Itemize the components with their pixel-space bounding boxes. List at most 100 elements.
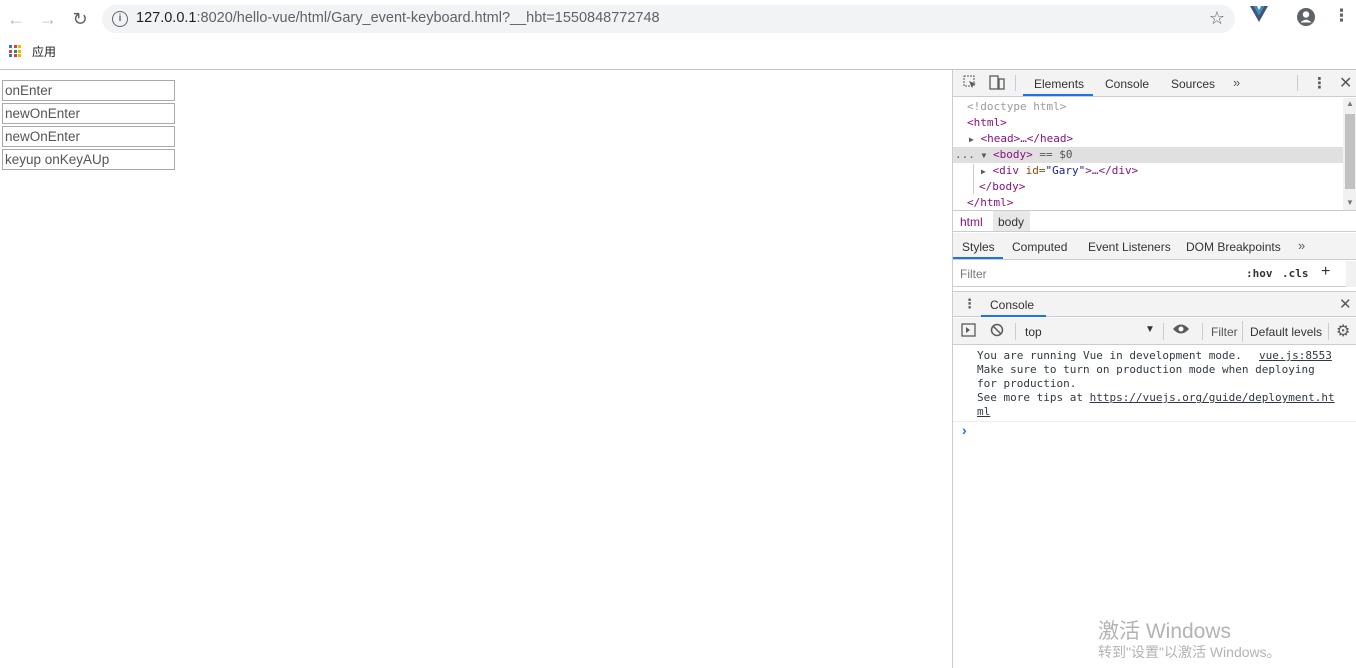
cls-toggle[interactable]: .cls [1282, 267, 1309, 280]
toolbar-divider [1015, 75, 1016, 91]
tab-event-listeners[interactable]: Event Listeners [1088, 240, 1171, 254]
text-input-onenter[interactable]: onEnter [2, 80, 175, 101]
console-message-line-1: You are running Vue in development mode. [977, 349, 1242, 362]
console-filter-input[interactable]: Filter [1211, 325, 1238, 339]
apps-grid-icon [9, 45, 21, 57]
dom-scrollbar-thumb[interactable] [1345, 114, 1355, 189]
bookmark-apps[interactable]: 应用 [9, 43, 56, 59]
toolbar-divider [1202, 323, 1203, 340]
dom-div-attr: id= [1018, 164, 1046, 177]
toolbar-divider [1163, 323, 1164, 340]
bookmark-star-icon[interactable]: ☆ [1209, 8, 1225, 29]
tab-elements-underline [1023, 94, 1093, 96]
styles-filter-input[interactable]: Filter [960, 267, 987, 281]
dom-div-rest: >…</div> [1085, 164, 1139, 177]
dom-body-row[interactable]: ... ▼ <body> == $0 [955, 148, 1072, 161]
more-style-tabs-chevron-icon[interactable]: » [1298, 238, 1305, 253]
tab-computed[interactable]: Computed [1012, 240, 1067, 254]
text-input-keyup[interactable]: keyup onKeyAUp [2, 149, 175, 170]
log-levels-dropdown[interactable]: Default levels [1250, 325, 1325, 339]
info-icon[interactable]: i [112, 11, 128, 27]
address-bar[interactable]: i 127.0.0.1:8020/hello-vue/html/Gary_eve… [102, 5, 1235, 33]
apps-label: 应用 [32, 44, 57, 59]
tab-styles-underline [953, 257, 1003, 259]
console-message-line-3: for production. [977, 377, 1077, 390]
new-style-rule-plus-icon[interactable]: + [1321, 263, 1330, 281]
devtools-panel: Elements Console Sources » ⋮ ✕ <!doctype… [952, 70, 1356, 668]
tab-console[interactable]: Console [1105, 77, 1149, 91]
clear-console-icon[interactable] [990, 323, 1004, 340]
devtools-menu-icon[interactable]: ⋮ [1312, 74, 1327, 92]
inspect-element-icon[interactable] [963, 75, 977, 92]
dom-div-tag: <div [992, 164, 1019, 177]
toolbar-divider [1328, 323, 1329, 340]
console-settings-gear-icon[interactable]: ⚙ [1336, 321, 1350, 341]
console-message-prefix: See more tips at [977, 391, 1090, 404]
dom-div-row[interactable]: ▶ <div id="Gary">…</div> [981, 164, 1138, 177]
context-selector[interactable]: top [1025, 325, 1042, 339]
expand-triangle-icon[interactable]: ▶ [981, 167, 986, 176]
dom-body-close[interactable]: </body> [979, 180, 1025, 193]
styles-filter-bar: Filter :hov .cls + [953, 261, 1356, 287]
device-toolbar-icon[interactable] [989, 75, 1005, 93]
console-docs-link-cont[interactable]: ml [977, 405, 990, 418]
close-devtools-icon[interactable]: ✕ [1339, 73, 1352, 93]
scroll-down-arrow-icon[interactable]: ▼ [1346, 198, 1354, 207]
breadcrumb-html[interactable]: html [960, 215, 983, 229]
show-sidebar-icon[interactable] [961, 323, 976, 340]
dom-guide-line [973, 164, 974, 194]
url-text[interactable]: 127.0.0.1:8020/hello-vue/html/Gary_event… [136, 10, 660, 26]
back-arrow-icon[interactable]: ← [5, 8, 27, 30]
dom-html-close[interactable]: </html> [967, 196, 1013, 209]
url-host: 127.0.0.1 [136, 10, 197, 26]
scroll-up-arrow-icon[interactable]: ▲ [1346, 99, 1354, 108]
console-message: You are running Vue in development mode.… [953, 346, 1356, 422]
menu-kebab-icon[interactable]: ⋮ [1333, 6, 1350, 26]
profile-icon[interactable] [1296, 7, 1316, 32]
console-message-line-4: See more tips at https://vuejs.org/guide… [977, 391, 1335, 404]
dom-div-attr-value: "Gary" [1045, 164, 1086, 177]
tab-dom-breakpoints[interactable]: DOM Breakpoints [1186, 240, 1281, 254]
drawer-menu-icon[interactable]: ⋮ [963, 296, 976, 312]
collapse-triangle-icon[interactable]: ▼ [982, 151, 987, 160]
console-prompt-icon[interactable]: › [962, 422, 967, 438]
console-docs-link[interactable]: https://vuejs.org/guide/deployment.ht [1090, 391, 1335, 404]
dom-selected-marker: == $0 [1039, 148, 1073, 161]
text-input-newonenter-2[interactable]: newOnEnter [2, 126, 175, 147]
hov-toggle[interactable]: :hov [1246, 267, 1273, 280]
console-toolbar: top ▼ Filter Default levels ⚙ [953, 318, 1356, 345]
page-content: onEnter newOnEnter newOnEnter keyup onKe… [0, 70, 952, 668]
expand-triangle-icon[interactable]: ▶ [969, 135, 974, 144]
tab-elements[interactable]: Elements [1034, 77, 1084, 91]
toolbar-divider [1297, 75, 1298, 91]
console-message-line-2: Make sure to turn on production mode whe… [977, 363, 1315, 376]
drawer-toolbar: ⋮ Console ✕ [953, 291, 1356, 317]
vue-devtools-icon[interactable] [1250, 6, 1268, 27]
context-dropdown-arrow-icon[interactable]: ▼ [1145, 324, 1155, 335]
dom-body-open: <body> [992, 148, 1033, 161]
tab-sources[interactable]: Sources [1171, 77, 1215, 91]
tab-styles[interactable]: Styles [962, 240, 995, 254]
dom-ellipsis: ... [955, 148, 975, 161]
dom-html-open[interactable]: <html> [967, 116, 1007, 129]
text-input-newonenter-1[interactable]: newOnEnter [2, 103, 175, 124]
watermark-subtitle: 转到"设置"以激活 Windows。 [1098, 644, 1281, 660]
forward-arrow-icon[interactable]: → [37, 8, 59, 30]
breadcrumb: html body [953, 210, 1356, 232]
drawer-tab-console[interactable]: Console [990, 298, 1034, 312]
live-expression-eye-icon[interactable] [1172, 322, 1190, 339]
dom-head-row[interactable]: ▶ <head>…</head> [969, 132, 1073, 145]
reload-icon[interactable]: ↻ [69, 8, 91, 30]
dom-doctype[interactable]: <!doctype html> [967, 100, 1066, 113]
more-tabs-chevron-icon[interactable]: » [1233, 75, 1240, 90]
breadcrumb-body[interactable]: body [998, 215, 1024, 229]
console-message-line-5: ml [977, 405, 990, 418]
console-source-text[interactable]: vue.js:8553 [1259, 349, 1332, 362]
toolbar-divider [1015, 323, 1016, 340]
styles-scrollbar[interactable] [1346, 261, 1356, 287]
close-drawer-icon[interactable]: ✕ [1339, 295, 1352, 313]
console-source-link[interactable]: vue.js:8553 [1259, 349, 1332, 362]
url-path: :8020/hello-vue/html/Gary_event-keyboard… [196, 10, 660, 26]
styles-toolbar: Styles Computed Event Listeners DOM Brea… [953, 233, 1356, 260]
dom-scrollbar[interactable]: ▲ ▼ [1343, 98, 1356, 210]
